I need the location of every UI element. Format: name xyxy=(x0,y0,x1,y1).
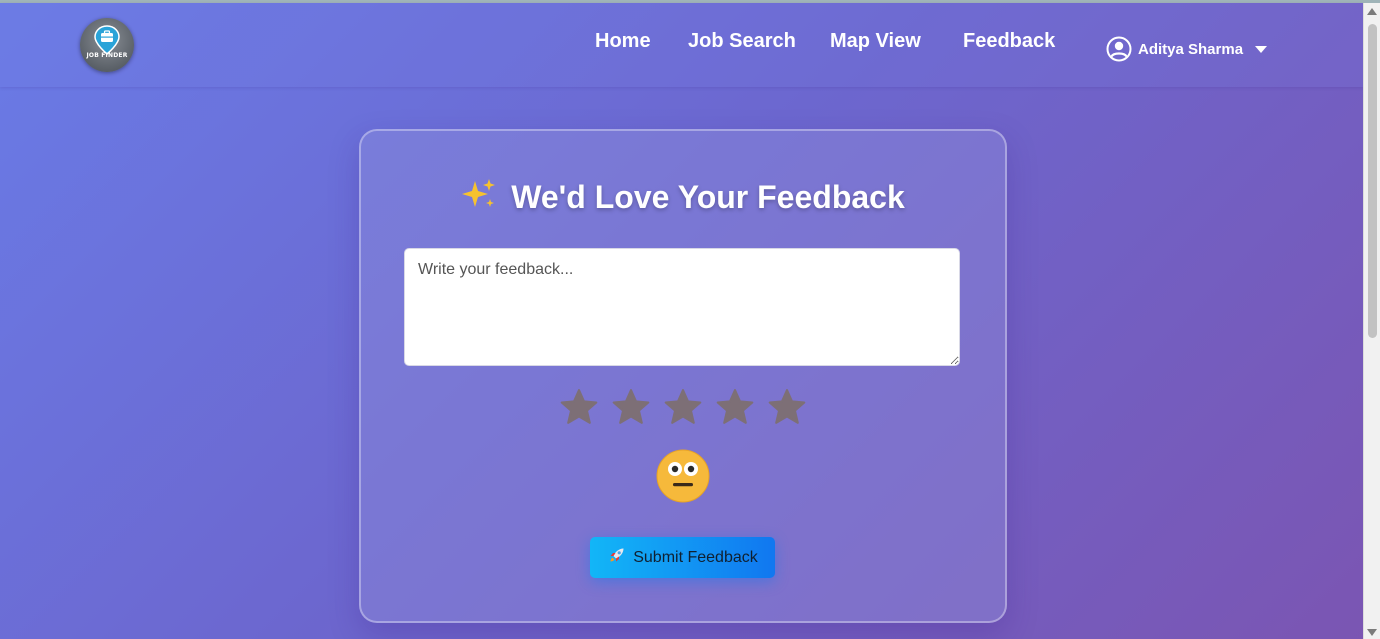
nav-map-view[interactable]: Map View xyxy=(830,30,921,53)
title-text: We'd Love Your Feedback xyxy=(511,179,905,215)
feedback-textarea[interactable] xyxy=(404,248,960,366)
scroll-thumb[interactable] xyxy=(1368,24,1377,338)
star-rating xyxy=(559,387,819,427)
nav-job-search[interactable]: Job Search xyxy=(688,30,796,53)
sparkles-icon xyxy=(461,177,497,219)
star-icon[interactable] xyxy=(767,387,807,427)
page-title: We'd Love Your Feedback xyxy=(361,177,1005,219)
star-icon[interactable] xyxy=(559,387,599,427)
rocket-icon xyxy=(607,545,627,570)
vertical-scrollbar[interactable] xyxy=(1363,3,1380,639)
logo-text: JOB FINDER xyxy=(86,52,128,59)
caret-down-icon xyxy=(1255,46,1268,53)
scroll-down-icon[interactable] xyxy=(1367,629,1377,636)
user-name: Aditya Sharma xyxy=(1138,40,1244,58)
user-menu[interactable]: Aditya Sharma xyxy=(1106,36,1268,62)
briefcase-pin-icon xyxy=(94,25,120,55)
feedback-card: We'd Love Your Feedback Submit Feedback xyxy=(359,129,1007,623)
scroll-up-icon[interactable] xyxy=(1367,8,1377,15)
star-icon[interactable] xyxy=(663,387,703,427)
nav-home[interactable]: Home xyxy=(595,30,651,53)
user-circle-icon xyxy=(1106,36,1132,62)
nav-feedback[interactable]: Feedback xyxy=(963,30,1055,53)
submit-label: Submit Feedback xyxy=(633,548,758,566)
star-icon[interactable] xyxy=(611,387,651,427)
submit-feedback-button[interactable]: Submit Feedback xyxy=(590,537,775,578)
job-finder-logo[interactable]: JOB FINDER xyxy=(80,18,134,72)
star-icon[interactable] xyxy=(715,387,755,427)
neutral-face-emoji xyxy=(656,449,710,503)
navbar: JOB FINDER Home Job Search Map View Feed… xyxy=(0,3,1363,87)
